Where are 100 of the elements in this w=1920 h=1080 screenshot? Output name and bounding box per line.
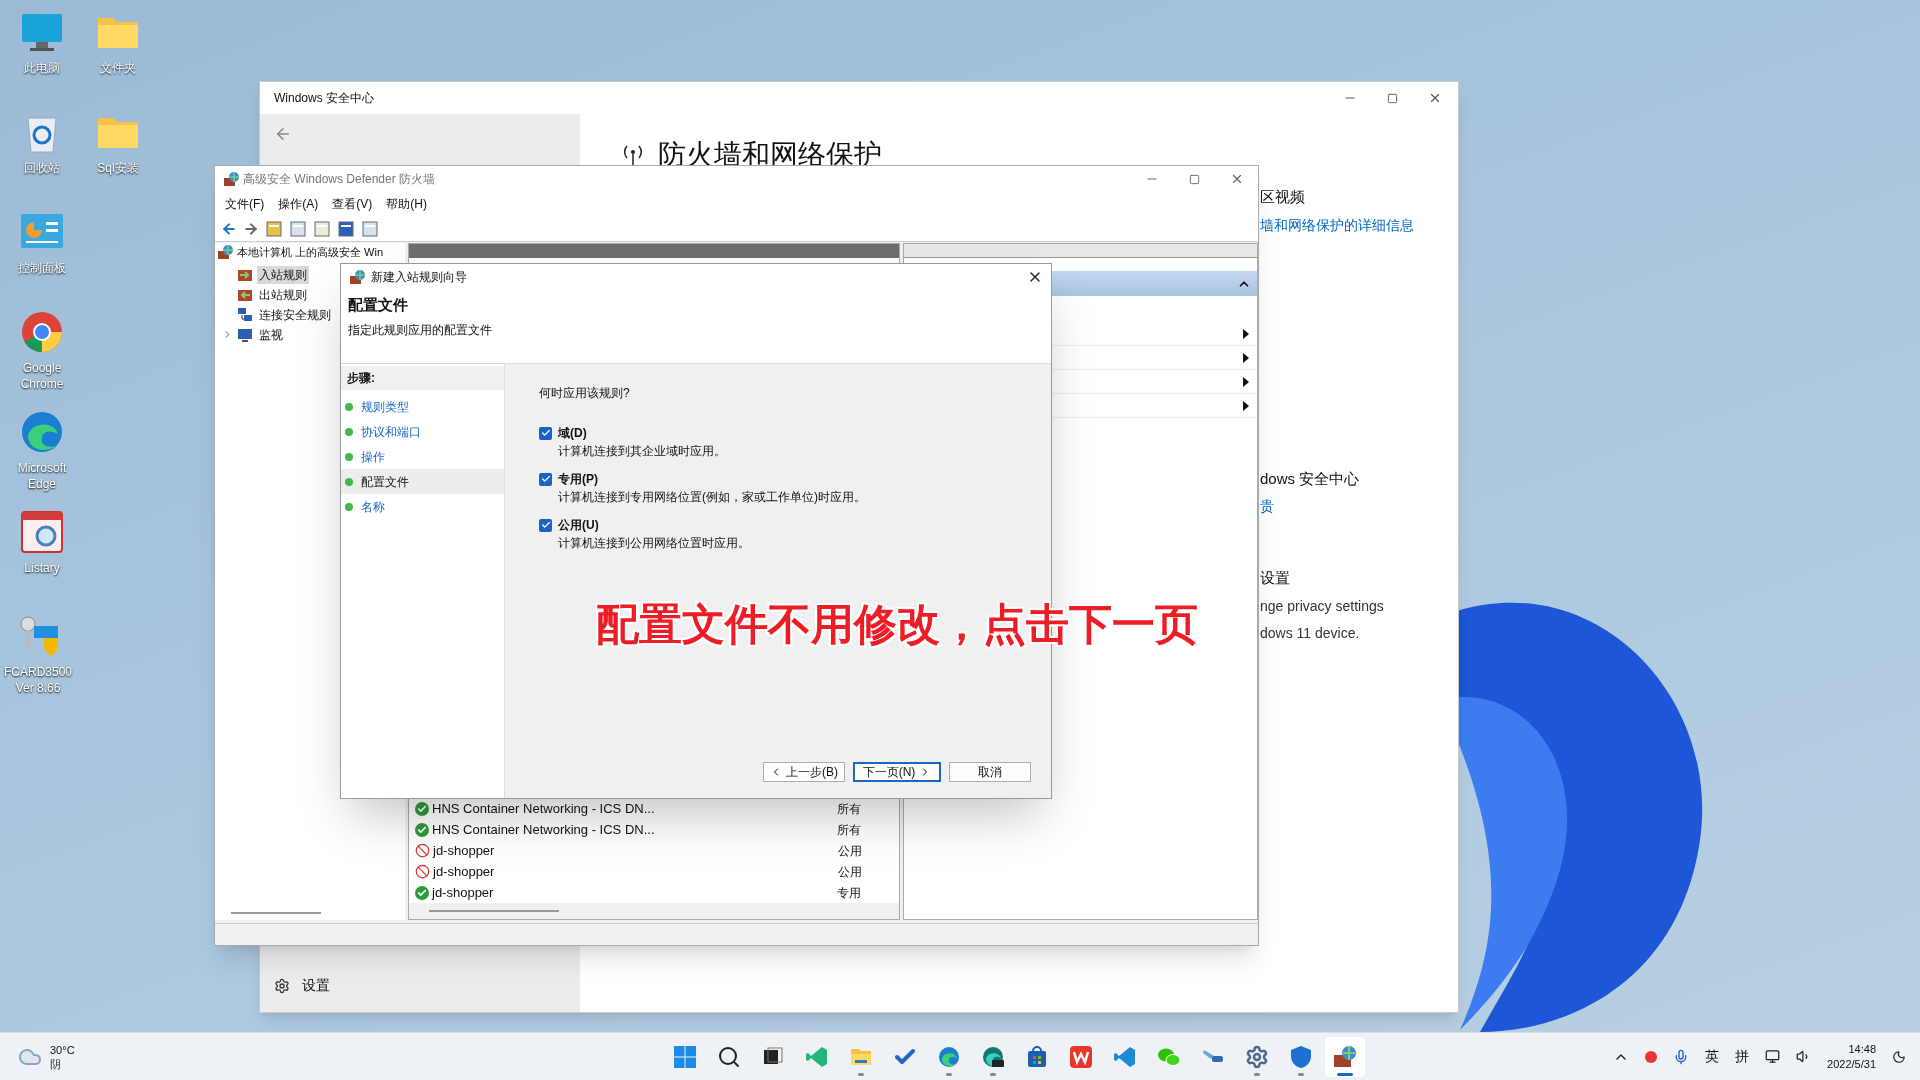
- running-indicator: [945, 1072, 952, 1076]
- menu-item[interactable]: 帮助(H): [386, 195, 427, 213]
- rule-profile: 公用: [838, 863, 862, 881]
- input-method-indicator[interactable]: 拼: [1735, 1046, 1750, 1067]
- desktop-shortcut-label: Listary: [24, 560, 60, 576]
- desktop-shortcut-label: FCARD3500 Ver 8.66: [3, 664, 73, 696]
- record-icon[interactable]: [1645, 1050, 1658, 1063]
- step-bullet-icon: [345, 452, 353, 461]
- settings-link[interactable]: 设置: [302, 975, 330, 996]
- network-icon[interactable]: [1765, 1049, 1781, 1064]
- desktop-shortcut-label: 文件夹: [100, 60, 136, 76]
- weather-temperature[interactable]: 30°C: [50, 1042, 75, 1057]
- checkbox-label: 域(D): [558, 425, 587, 442]
- steps-label: 步骤:: [341, 366, 504, 390]
- search-icon: [716, 1044, 741, 1069]
- rule-profile: 所有: [837, 800, 861, 818]
- brick-wall-globe-icon: [217, 244, 233, 261]
- help-icon[interactable]: [337, 219, 355, 238]
- wizard-heading: 配置文件: [348, 295, 409, 315]
- checkbox-label: 专用(P): [558, 471, 598, 488]
- step-bullet-icon: [345, 402, 353, 411]
- profile-checkbox[interactable]: [539, 518, 552, 532]
- clock-time[interactable]: 14:48: [1848, 1041, 1876, 1057]
- dialog-title: 新建入站规则向导: [371, 269, 467, 286]
- cancel-button[interactable]: 取消: [949, 762, 1031, 782]
- details-link[interactable]: 墙和网络保护的详细信息: [1260, 214, 1414, 236]
- folder-up-icon[interactable]: [265, 219, 283, 238]
- section-title: 区视频: [1260, 187, 1306, 207]
- tree-item[interactable]: 连接安全规则: [257, 305, 333, 324]
- overlay-caption: 配置文件不用修改，点击下一页: [596, 599, 1198, 650]
- running-indicator: [857, 1072, 864, 1076]
- section-text: dows 11 device.: [1260, 623, 1361, 643]
- menu-item[interactable]: 查看(V): [332, 195, 373, 213]
- submenu-arrow-icon[interactable]: [1243, 352, 1249, 363]
- wizard-step[interactable]: 名称: [341, 494, 504, 519]
- wizard-step[interactable]: 协议和端口: [341, 419, 504, 444]
- desktop-shortcut-label: 回收站: [24, 160, 60, 176]
- step-bullet-icon: [345, 502, 353, 511]
- blocked-icon: [415, 864, 430, 879]
- desktop-shortcut-label: Microsoft Edge: [16, 460, 68, 492]
- running-indicator: [989, 1072, 996, 1076]
- windows-logo-icon: [672, 1044, 697, 1069]
- tree-item[interactable]: 本地计算机 上的高级安全 Win: [237, 244, 384, 261]
- submenu-arrow-icon[interactable]: [1243, 400, 1249, 411]
- allowed-check-icon: [415, 801, 429, 816]
- rule-profile: 公用: [838, 842, 862, 860]
- brick-wall-globe-icon: [1332, 1044, 1357, 1069]
- details-link[interactable]: 贵: [1260, 496, 1414, 517]
- browser-logo-icon: [980, 1044, 1005, 1069]
- section-title: dows 安全中心: [1260, 468, 1361, 489]
- computers-icon: [237, 306, 253, 323]
- wizard-step[interactable]: 操作: [341, 444, 504, 469]
- maximize-icon[interactable]: [1387, 92, 1398, 104]
- moon-icon[interactable]: [1892, 1049, 1906, 1064]
- rule-profile: 专用: [837, 884, 861, 902]
- desktop-shortcut-label: 此电脑: [24, 60, 60, 76]
- section-title: 设置: [1260, 568, 1291, 588]
- profile-checkbox[interactable]: [539, 426, 552, 440]
- back-button[interactable]: 上一步(B): [763, 762, 845, 782]
- weather-condition[interactable]: 阴: [50, 1056, 75, 1071]
- running-indicator: [1253, 1072, 1260, 1076]
- tree-item[interactable]: 出站规则: [257, 285, 309, 304]
- monitor-icon: [237, 326, 253, 343]
- checkbox-label: 公用(U): [558, 517, 599, 534]
- desktop-shortcut-label: Google Chrome: [19, 360, 65, 392]
- running-indicator: [1297, 1072, 1304, 1076]
- submenu-arrow-icon[interactable]: [1243, 376, 1249, 387]
- wizard-step[interactable]: 规则类型: [341, 394, 504, 419]
- section-text: nge privacy settings: [1260, 596, 1385, 616]
- rule-name: jd-shopper: [433, 841, 496, 860]
- tree-item[interactable]: 入站规则: [257, 265, 309, 284]
- desktop-shortcut-label: Sql安装: [97, 160, 139, 176]
- next-button[interactable]: 下一页(N): [853, 762, 941, 782]
- maximize-icon[interactable]: [1189, 173, 1200, 185]
- step-bullet-icon: [345, 427, 353, 436]
- settings-icon[interactable]: [274, 977, 290, 994]
- allowed-check-icon: [415, 885, 429, 900]
- menu-item[interactable]: 文件(F): [225, 195, 265, 213]
- code-editor-icon: [1112, 1044, 1137, 1069]
- input-method-indicator[interactable]: 英: [1705, 1046, 1720, 1067]
- blocked-icon: [415, 843, 430, 858]
- rule-name: jd-shopper: [432, 883, 495, 902]
- rule-name: HNS Container Networking - ICS DN...: [432, 820, 656, 839]
- clock-date[interactable]: 2022/5/31: [1827, 1056, 1876, 1072]
- profile-checkbox[interactable]: [539, 472, 552, 486]
- tree-item[interactable]: 监视: [257, 325, 285, 344]
- submenu-arrow-icon[interactable]: [1243, 328, 1249, 339]
- code-editor-icon: [804, 1044, 829, 1069]
- browser-logo-icon: [936, 1044, 961, 1069]
- option-description: 计算机连接到专用网络位置(例如，家或工作单位)时应用。: [558, 489, 867, 506]
- taskbar-app-button[interactable]: [1324, 1036, 1365, 1077]
- close-icon[interactable]: [1428, 91, 1442, 105]
- w-logo-icon: [1068, 1044, 1093, 1069]
- wizard-step[interactable]: 配置文件: [341, 469, 504, 494]
- active-indicator: [1336, 1072, 1353, 1076]
- menu-item[interactable]: 操作(A): [278, 195, 319, 213]
- wizard-subtitle: 指定此规则应用的配置文件: [348, 321, 493, 339]
- rule-profile: 所有: [837, 821, 861, 839]
- window-title: 高级安全 Windows Defender 防火墙: [243, 171, 436, 188]
- step-bullet-icon: [345, 477, 353, 486]
